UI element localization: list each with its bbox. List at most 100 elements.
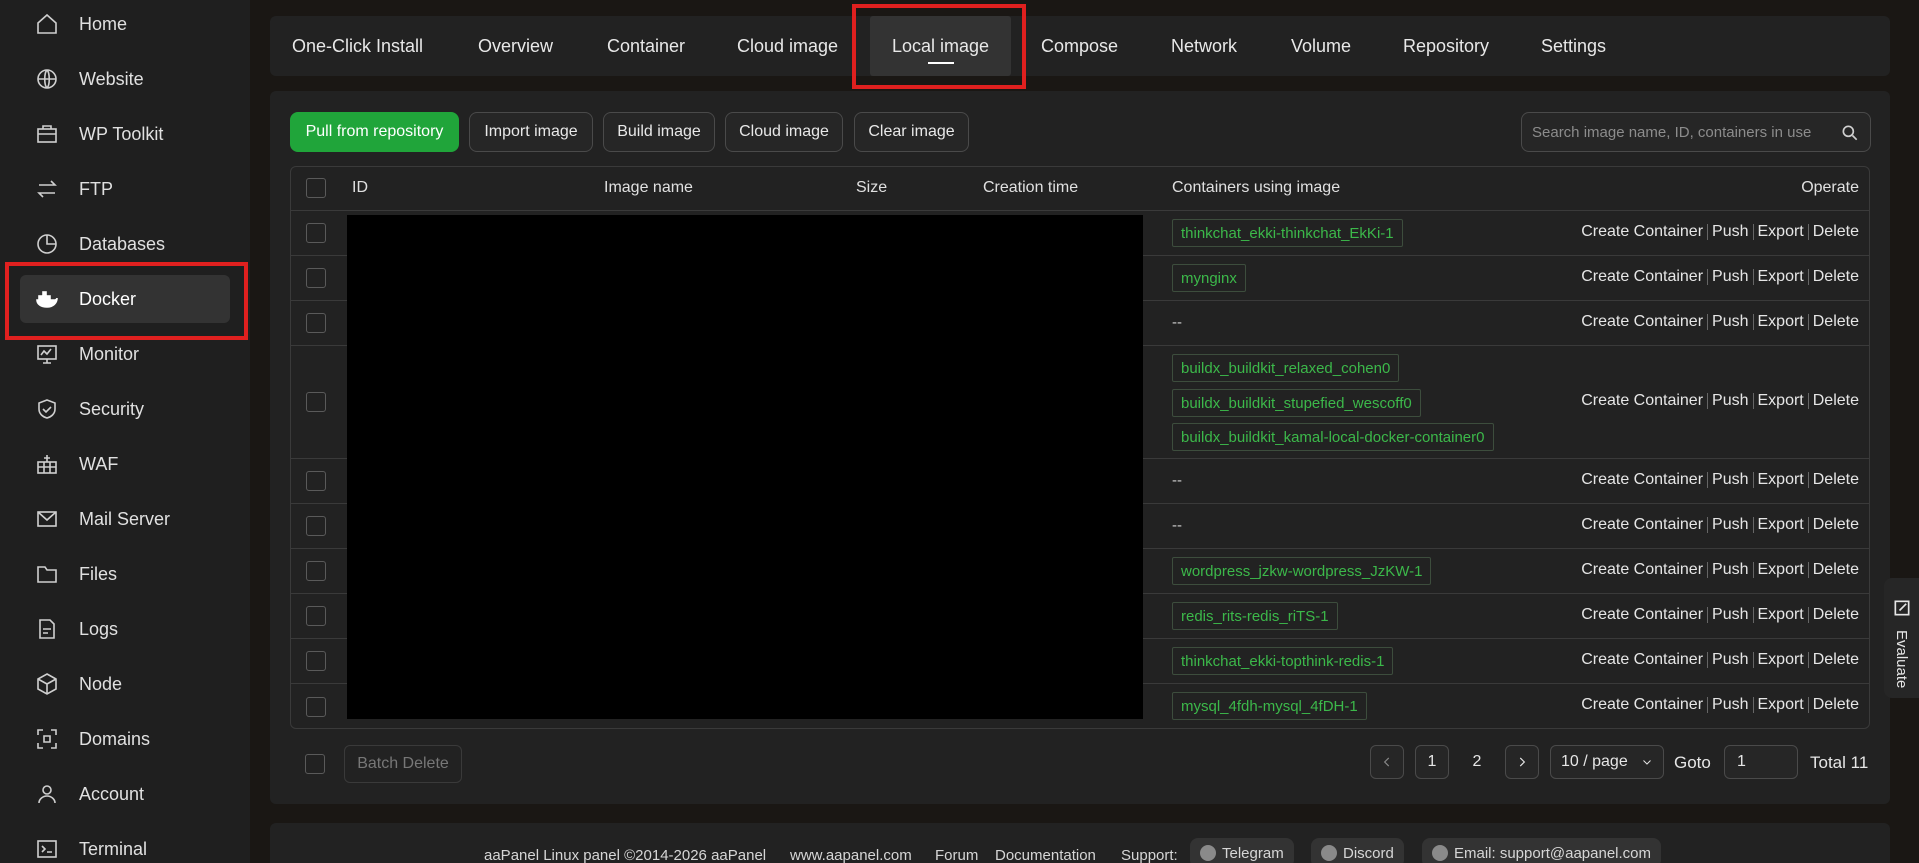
row-checkbox[interactable] bbox=[306, 313, 326, 333]
sidebar-item-domains[interactable]: Domains bbox=[20, 715, 230, 763]
prev-page-button[interactable] bbox=[1370, 745, 1404, 779]
search-icon[interactable] bbox=[1840, 123, 1860, 143]
batch-delete-button[interactable]: Batch Delete bbox=[344, 745, 462, 783]
tab-overview[interactable]: Overview bbox=[478, 16, 553, 76]
tab-container[interactable]: Container bbox=[607, 16, 685, 76]
create-container-link[interactable]: Create Container bbox=[1581, 606, 1703, 624]
tab-local-image[interactable]: Local image bbox=[870, 16, 1012, 76]
row-checkbox[interactable] bbox=[306, 471, 326, 491]
footer-site-link[interactable]: www.aapanel.com bbox=[790, 847, 912, 863]
push-link[interactable]: Push bbox=[1712, 471, 1748, 489]
push-link[interactable]: Push bbox=[1712, 651, 1748, 669]
tab-volume[interactable]: Volume bbox=[1291, 16, 1351, 76]
cloud-image-button[interactable]: Cloud image bbox=[725, 112, 843, 152]
export-link[interactable]: Export bbox=[1758, 696, 1804, 714]
sidebar-item-logs[interactable]: Logs bbox=[20, 605, 230, 653]
delete-link[interactable]: Delete bbox=[1813, 471, 1859, 489]
evaluate-tab[interactable]: Evaluate bbox=[1884, 578, 1919, 698]
sidebar-item-waf[interactable]: WAF bbox=[20, 440, 230, 488]
create-container-link[interactable]: Create Container bbox=[1581, 392, 1703, 410]
container-tag[interactable]: buildx_buildkit_kamal-local-docker-conta… bbox=[1172, 423, 1494, 451]
tab-settings[interactable]: Settings bbox=[1541, 16, 1606, 76]
push-link[interactable]: Push bbox=[1712, 516, 1748, 534]
push-link[interactable]: Push bbox=[1712, 313, 1748, 331]
delete-link[interactable]: Delete bbox=[1813, 516, 1859, 534]
tab-network[interactable]: Network bbox=[1171, 16, 1237, 76]
create-container-link[interactable]: Create Container bbox=[1581, 516, 1703, 534]
delete-link[interactable]: Delete bbox=[1813, 268, 1859, 286]
row-checkbox[interactable] bbox=[306, 651, 326, 671]
delete-link[interactable]: Delete bbox=[1813, 651, 1859, 669]
select-all-checkbox[interactable] bbox=[306, 178, 326, 198]
next-page-button[interactable] bbox=[1505, 745, 1539, 779]
create-container-link[interactable]: Create Container bbox=[1581, 223, 1703, 241]
sidebar-item-website[interactable]: Website bbox=[20, 55, 230, 103]
delete-link[interactable]: Delete bbox=[1813, 696, 1859, 714]
per-page-select[interactable]: 10 / page bbox=[1550, 745, 1664, 779]
row-checkbox[interactable] bbox=[306, 516, 326, 536]
create-container-link[interactable]: Create Container bbox=[1581, 268, 1703, 286]
footer-forum-link[interactable]: Forum bbox=[935, 847, 978, 863]
create-container-link[interactable]: Create Container bbox=[1581, 313, 1703, 331]
container-tag[interactable]: wordpress_jzkw-wordpress_JzKW-1 bbox=[1172, 557, 1432, 585]
export-link[interactable]: Export bbox=[1758, 223, 1804, 241]
create-container-link[interactable]: Create Container bbox=[1581, 696, 1703, 714]
sidebar-item-monitor[interactable]: Monitor bbox=[20, 330, 230, 378]
search-input[interactable] bbox=[1532, 123, 1832, 141]
sidebar-item-mail-server[interactable]: Mail Server bbox=[20, 495, 230, 543]
export-link[interactable]: Export bbox=[1758, 471, 1804, 489]
email-link[interactable]: Email: support@aapanel.com bbox=[1422, 838, 1661, 863]
sidebar-item-files[interactable]: Files bbox=[20, 550, 230, 598]
container-tag[interactable]: buildx_buildkit_relaxed_cohen0 bbox=[1172, 354, 1400, 382]
telegram-link[interactable]: Telegram bbox=[1190, 838, 1294, 863]
sidebar-item-docker[interactable]: Docker bbox=[20, 275, 230, 323]
row-checkbox[interactable] bbox=[306, 697, 326, 717]
delete-link[interactable]: Delete bbox=[1813, 223, 1859, 241]
push-link[interactable]: Push bbox=[1712, 606, 1748, 624]
row-checkbox[interactable] bbox=[306, 223, 326, 243]
tab-repository[interactable]: Repository bbox=[1403, 16, 1489, 76]
push-link[interactable]: Push bbox=[1712, 223, 1748, 241]
tab-compose[interactable]: Compose bbox=[1041, 16, 1118, 76]
delete-link[interactable]: Delete bbox=[1813, 313, 1859, 331]
delete-link[interactable]: Delete bbox=[1813, 392, 1859, 410]
sidebar-item-databases[interactable]: Databases bbox=[20, 220, 230, 268]
push-link[interactable]: Push bbox=[1712, 392, 1748, 410]
sidebar-item-wp-toolkit[interactable]: WP Toolkit bbox=[20, 110, 230, 158]
push-link[interactable]: Push bbox=[1712, 561, 1748, 579]
push-link[interactable]: Push bbox=[1712, 696, 1748, 714]
sidebar-item-security[interactable]: Security bbox=[20, 385, 230, 433]
sidebar-item-ftp[interactable]: FTP bbox=[20, 165, 230, 213]
create-container-link[interactable]: Create Container bbox=[1581, 651, 1703, 669]
tab-cloud-image[interactable]: Cloud image bbox=[737, 16, 838, 76]
delete-link[interactable]: Delete bbox=[1813, 606, 1859, 624]
discord-link[interactable]: Discord bbox=[1311, 838, 1404, 863]
container-tag[interactable]: redis_rits-redis_riTS-1 bbox=[1172, 602, 1338, 630]
sidebar-item-home[interactable]: Home bbox=[20, 0, 230, 48]
import-image-button[interactable]: Import image bbox=[469, 112, 593, 152]
build-image-button[interactable]: Build image bbox=[603, 112, 715, 152]
container-tag[interactable]: mysql_4fdh-mysql_4fDH-1 bbox=[1172, 692, 1367, 720]
container-tag[interactable]: thinkchat_ekki-topthink-redis-1 bbox=[1172, 647, 1394, 675]
page-button-1[interactable]: 1 bbox=[1415, 745, 1449, 779]
container-tag[interactable]: buildx_buildkit_stupefied_wescoff0 bbox=[1172, 389, 1421, 417]
row-checkbox[interactable] bbox=[306, 392, 326, 412]
create-container-link[interactable]: Create Container bbox=[1581, 471, 1703, 489]
push-link[interactable]: Push bbox=[1712, 268, 1748, 286]
delete-link[interactable]: Delete bbox=[1813, 561, 1859, 579]
export-link[interactable]: Export bbox=[1758, 651, 1804, 669]
pull-from-repository-button[interactable]: Pull from repository bbox=[290, 112, 459, 152]
container-tag[interactable]: thinkchat_ekki-thinkchat_EkKi-1 bbox=[1172, 219, 1403, 247]
row-checkbox[interactable] bbox=[306, 561, 326, 581]
goto-page-input[interactable]: 1 bbox=[1724, 745, 1798, 779]
export-link[interactable]: Export bbox=[1758, 606, 1804, 624]
create-container-link[interactable]: Create Container bbox=[1581, 561, 1703, 579]
footer-docs-link[interactable]: Documentation bbox=[995, 847, 1096, 863]
export-link[interactable]: Export bbox=[1758, 561, 1804, 579]
page-button-2[interactable]: 2 bbox=[1460, 745, 1494, 779]
container-tag[interactable]: mynginx bbox=[1172, 264, 1246, 292]
clear-image-button[interactable]: Clear image bbox=[854, 112, 969, 152]
sidebar-item-node[interactable]: Node bbox=[20, 660, 230, 708]
sidebar-item-account[interactable]: Account bbox=[20, 770, 230, 818]
export-link[interactable]: Export bbox=[1758, 392, 1804, 410]
